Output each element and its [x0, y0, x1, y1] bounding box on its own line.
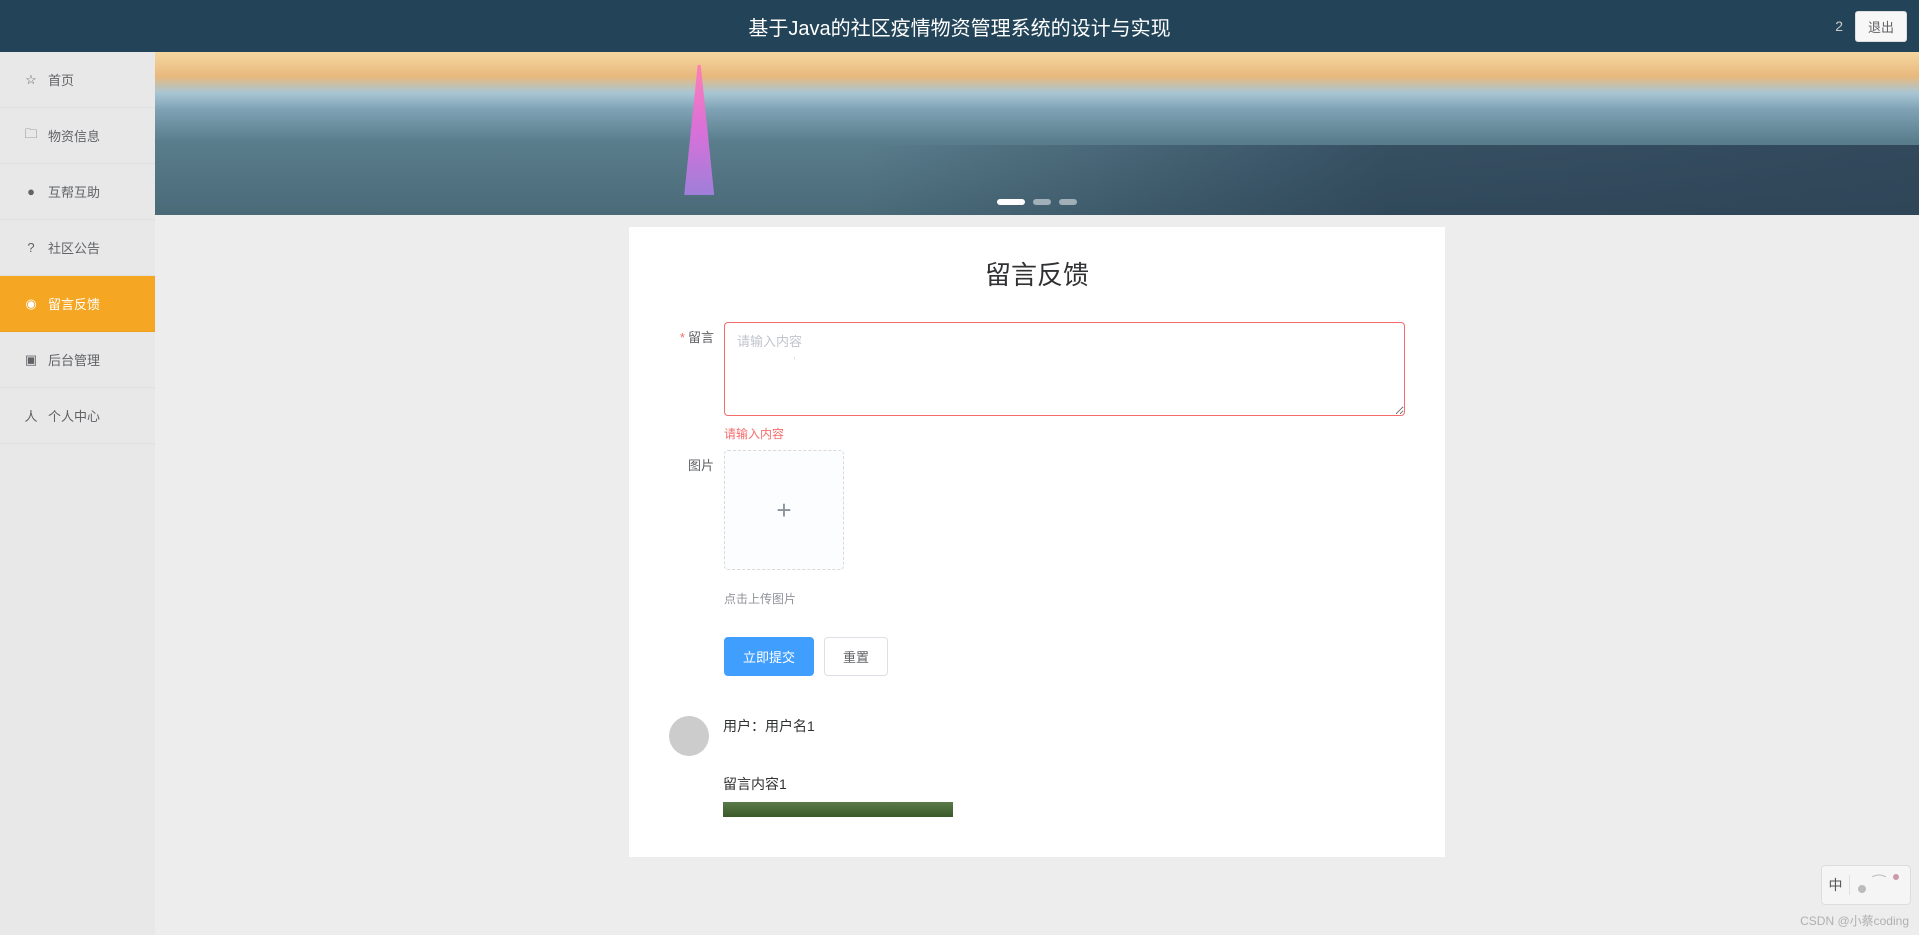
info-icon: ● — [24, 184, 38, 199]
star-icon: ☆ — [24, 72, 38, 88]
ime-widget[interactable]: 中 — [1821, 865, 1911, 905]
sidebar-item-help[interactable]: ● 互帮互助 — [0, 164, 155, 220]
comment-item: 用户：用户名1 留言内容1 — [669, 716, 1405, 817]
image-label: 图片 — [669, 450, 724, 607]
comment-user: 用户：用户名1 — [723, 716, 1405, 736]
comment-image — [723, 802, 953, 817]
user-icon: 人 — [24, 406, 38, 425]
bag-icon: 🗀 — [24, 125, 38, 147]
form-row-message: *留言 请输入内容 — [669, 322, 1405, 442]
sidebar-item-admin[interactable]: ▣ 后台管理 — [0, 332, 155, 388]
avatar — [669, 716, 709, 756]
page-title: 基于Java的社区疫情物资管理系统的设计与实现 — [748, 12, 1170, 41]
watermark: CSDN @小蔡coding — [1800, 912, 1909, 929]
sidebar-item-home[interactable]: ☆ 首页 — [0, 52, 155, 108]
main-content: 留言反馈 *留言 请输入内容 图片 + — [155, 52, 1919, 935]
form-row-image: 图片 + 点击上传图片 — [669, 450, 1405, 607]
sidebar-item-label: 物资信息 — [48, 126, 100, 145]
ime-decoration-icon — [1854, 869, 1904, 897]
sidebar-item-supplies[interactable]: 🗀 物资信息 — [0, 108, 155, 164]
form-buttons: 立即提交 重置 — [724, 637, 1405, 676]
plus-icon: + — [776, 495, 791, 526]
carousel-dot[interactable] — [1033, 199, 1051, 205]
header-count: 2 — [1835, 18, 1843, 34]
sidebar-item-label: 留言反馈 — [48, 294, 100, 313]
image-upload[interactable]: + — [724, 450, 844, 570]
message-error: 请输入内容 — [724, 425, 1405, 442]
message-textarea[interactable] — [724, 322, 1405, 416]
carousel-dot[interactable] — [1059, 199, 1077, 205]
sidebar-item-feedback[interactable]: ◉ 留言反馈 — [0, 276, 155, 332]
logout-button[interactable]: 退出 — [1855, 11, 1907, 42]
carousel-indicators — [997, 199, 1077, 205]
sidebar-item-label: 互帮互助 — [48, 182, 100, 201]
banner-carousel[interactable] — [155, 52, 1919, 215]
reset-button[interactable]: 重置 — [824, 637, 888, 676]
sidebar-item-label: 首页 — [48, 70, 74, 89]
comment-content: 留言内容1 — [723, 774, 1405, 794]
submit-button[interactable]: 立即提交 — [724, 637, 814, 676]
grid-icon: ▣ — [24, 352, 38, 368]
upload-hint: 点击上传图片 — [724, 590, 1405, 607]
target-icon: ◉ — [24, 296, 38, 312]
feedback-card: 留言反馈 *留言 请输入内容 图片 + — [629, 227, 1445, 857]
sidebar-item-label: 社区公告 — [48, 238, 100, 257]
sidebar-item-label: 个人中心 — [48, 406, 100, 425]
required-mark: * — [680, 330, 685, 345]
carousel-dot[interactable] — [997, 199, 1025, 205]
sidebar-item-announcement[interactable]: ? 社区公告 — [0, 220, 155, 276]
question-icon: ? — [24, 240, 38, 255]
sidebar-item-label: 后台管理 — [48, 350, 100, 369]
message-label: *留言 — [669, 322, 724, 442]
sidebar-item-profile[interactable]: 人 个人中心 — [0, 388, 155, 444]
card-title: 留言反馈 — [669, 255, 1405, 292]
banner-image — [155, 52, 1919, 215]
header-right: 2 退出 — [1835, 11, 1907, 42]
app-header: 基于Java的社区疫情物资管理系统的设计与实现 2 退出 — [0, 0, 1919, 52]
sidebar: ☆ 首页 🗀 物资信息 ● 互帮互助 ? 社区公告 ◉ 留言反馈 ▣ 后台管理 … — [0, 52, 155, 935]
ime-lang: 中 — [1826, 875, 1850, 895]
